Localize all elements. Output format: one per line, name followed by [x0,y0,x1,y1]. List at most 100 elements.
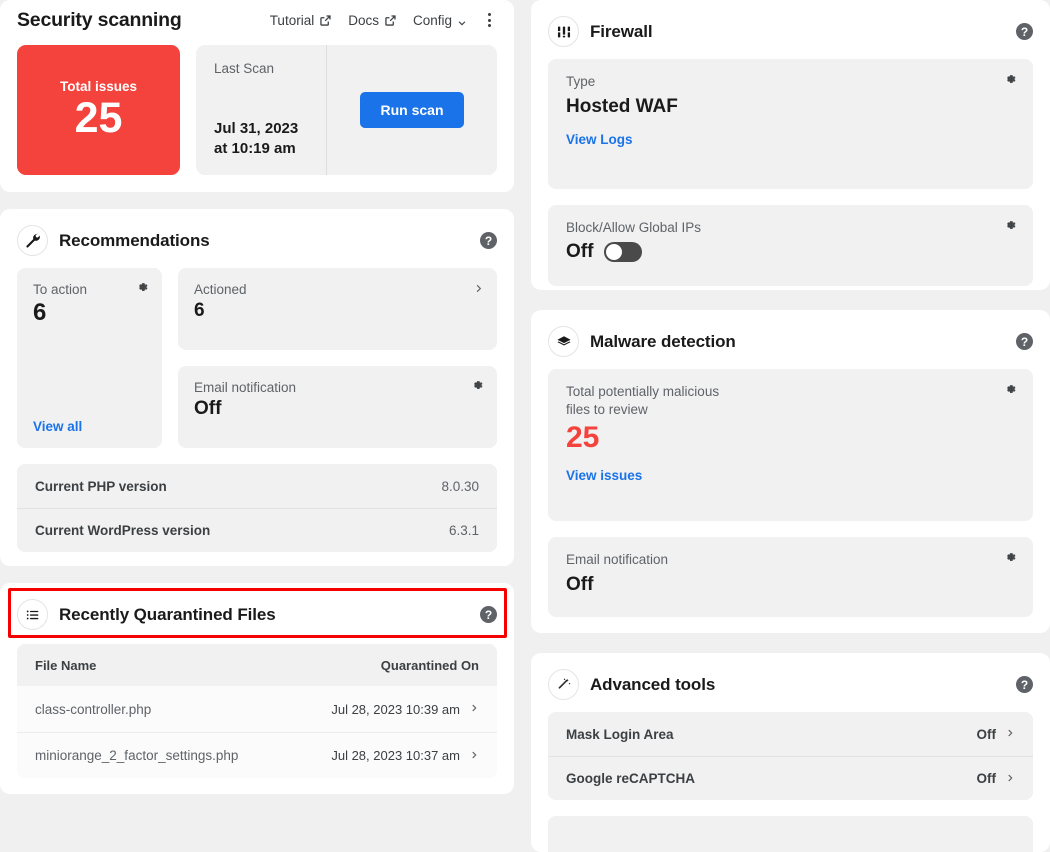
firewall-icon [548,16,579,47]
advanced-tool-row-mask-login[interactable]: Mask Login Area Off [548,712,1033,756]
magic-wand-icon [548,669,579,700]
malware-total-label: Total potentially malicious files to rev… [566,383,1015,419]
run-scan-button[interactable]: Run scan [360,92,463,128]
malware-total-label-line2: files to review [566,401,1015,419]
advanced-tool-name: Mask Login Area [566,727,674,742]
total-issues-label: Total issues [60,79,137,94]
external-link-icon [384,14,397,27]
recommendations-card: Recommendations ? To action 6 View all [0,209,514,566]
gear-icon[interactable] [1003,72,1017,91]
malware-email-value: Off [566,574,1015,596]
last-scan-date-line1: Jul 31, 2023 [214,119,308,139]
table-header-row: File Name Quarantined On [17,644,497,686]
block-allow-ips-label: Block/Allow Global IPs [566,219,1015,237]
tutorial-link[interactable]: Tutorial [270,13,333,28]
wrench-icon [17,225,48,256]
gear-icon[interactable] [1003,218,1017,237]
toggle-knob [606,244,622,260]
advanced-tools-list: Mask Login Area Off Google reCAPTCHA Off [548,712,1033,800]
firewall-header: Firewall ? [531,0,1050,59]
config-dropdown[interactable]: Config [413,13,466,28]
advanced-tool-row-partial[interactable] [548,816,1033,852]
malware-total-value: 25 [566,421,1015,454]
config-label: Config [413,13,452,28]
last-scan-panel: Last Scan Jul 31, 2023 at 10:19 am Run s… [196,45,497,175]
advanced-tool-state: Off [977,771,997,786]
view-all-link[interactable]: View all [33,419,146,434]
chevron-down-icon [457,16,466,25]
firewall-title: Firewall [590,22,653,42]
block-allow-toggle[interactable] [604,242,642,262]
table-row[interactable]: class-controller.php Jul 28, 2023 10:39 … [17,686,497,732]
wordpress-version-label: Current WordPress version [35,523,210,538]
chevron-right-icon[interactable] [1005,770,1015,788]
firewall-type-value: Hosted WAF [566,96,1015,118]
quarantined-files-header: Recently Quarantined Files ? [0,583,514,642]
last-scan-date: Jul 31, 2023 at 10:19 am [214,119,308,160]
version-row: Current WordPress version 6.3.1 [17,508,497,552]
to-action-tile[interactable]: To action 6 View all [17,268,162,448]
last-scan-label: Last Scan [214,61,308,76]
firewall-type-label: Type [566,73,1015,91]
help-icon[interactable]: ? [1016,676,1033,693]
help-icon[interactable]: ? [1016,333,1033,350]
gear-icon[interactable] [135,280,149,299]
view-logs-link[interactable]: View Logs [566,132,633,147]
chevron-right-icon[interactable] [1005,725,1015,743]
right-column: Firewall ? Type Hosted WAF View Logs Blo… [531,0,1050,852]
wordpress-version-value: 6.3.1 [449,523,479,538]
last-scan-date-line2: at 10:19 am [214,139,308,159]
gear-icon[interactable] [1003,550,1017,569]
malware-email-panel: Email notification Off [548,537,1033,617]
advanced-tool-row-recaptcha[interactable]: Google reCAPTCHA Off [548,756,1033,800]
malware-title: Malware detection [590,332,736,352]
chevron-right-icon[interactable] [469,700,479,718]
total-issues-card: Total issues 25 [17,45,180,175]
run-scan-area: Run scan [327,45,497,175]
header-bar: Security scanning Tutorial Docs [17,0,497,36]
external-link-icon [319,14,332,27]
layers-icon [548,326,579,357]
kebab-menu-icon[interactable] [482,9,497,31]
advanced-tool-name: Google reCAPTCHA [566,771,695,786]
malware-total-panel: Total potentially malicious files to rev… [548,369,1033,521]
version-list: Current PHP version 8.0.30 Current WordP… [17,464,497,552]
malware-email-label: Email notification [566,551,1015,569]
last-scan-info: Last Scan Jul 31, 2023 at 10:19 am [196,45,327,175]
email-notification-label: Email notification [194,380,481,395]
to-action-value: 6 [33,299,146,327]
advanced-tools-list-partial [548,816,1033,852]
malware-header: Malware detection ? [531,310,1050,369]
malware-detection-card: Malware detection ? Total potentially ma… [531,310,1050,633]
table-row[interactable]: miniorange_2_factor_settings.php Jul 28,… [17,732,497,778]
row-meta: Jul 28, 2023 10:37 am [331,747,479,765]
file-name: class-controller.php [35,702,151,717]
dashboard-page: Security scanning Tutorial Docs [0,0,1050,852]
recommendations-header: Recommendations ? [0,209,514,268]
recommendations-grid: To action 6 View all Actioned 6 [0,268,514,448]
help-icon[interactable]: ? [480,232,497,249]
column-header-file-name: File Name [35,658,96,673]
firewall-type-panel: Type Hosted WAF View Logs [548,59,1033,189]
chevron-right-icon[interactable] [469,747,479,765]
actioned-tile[interactable]: Actioned 6 [178,268,497,350]
chevron-right-icon[interactable] [473,281,484,299]
view-issues-link[interactable]: View issues [566,468,642,483]
block-allow-ips-panel: Block/Allow Global IPs Off [548,205,1033,286]
firewall-card: Firewall ? Type Hosted WAF View Logs Blo… [531,0,1050,290]
email-notification-tile[interactable]: Email notification Off [178,366,497,448]
advanced-tool-meta: Off [977,770,1016,788]
gear-icon[interactable] [1003,382,1017,401]
help-icon[interactable]: ? [480,606,497,623]
advanced-tools-card: Advanced tools ? Mask Login Area Off [531,653,1050,852]
malware-total-label-line1: Total potentially malicious [566,383,1015,401]
column-header-quarantined-on: Quarantined On [381,658,479,673]
header-summary: Total issues 25 Last Scan Jul 31, 2023 a… [17,45,497,175]
docs-label: Docs [348,13,379,28]
security-scanning-card: Security scanning Tutorial Docs [0,0,514,192]
gear-icon[interactable] [470,378,484,397]
docs-link[interactable]: Docs [348,13,397,28]
help-icon[interactable]: ? [1016,23,1033,40]
page-title: Security scanning [17,9,182,32]
quarantined-date: Jul 28, 2023 10:37 am [331,748,460,763]
